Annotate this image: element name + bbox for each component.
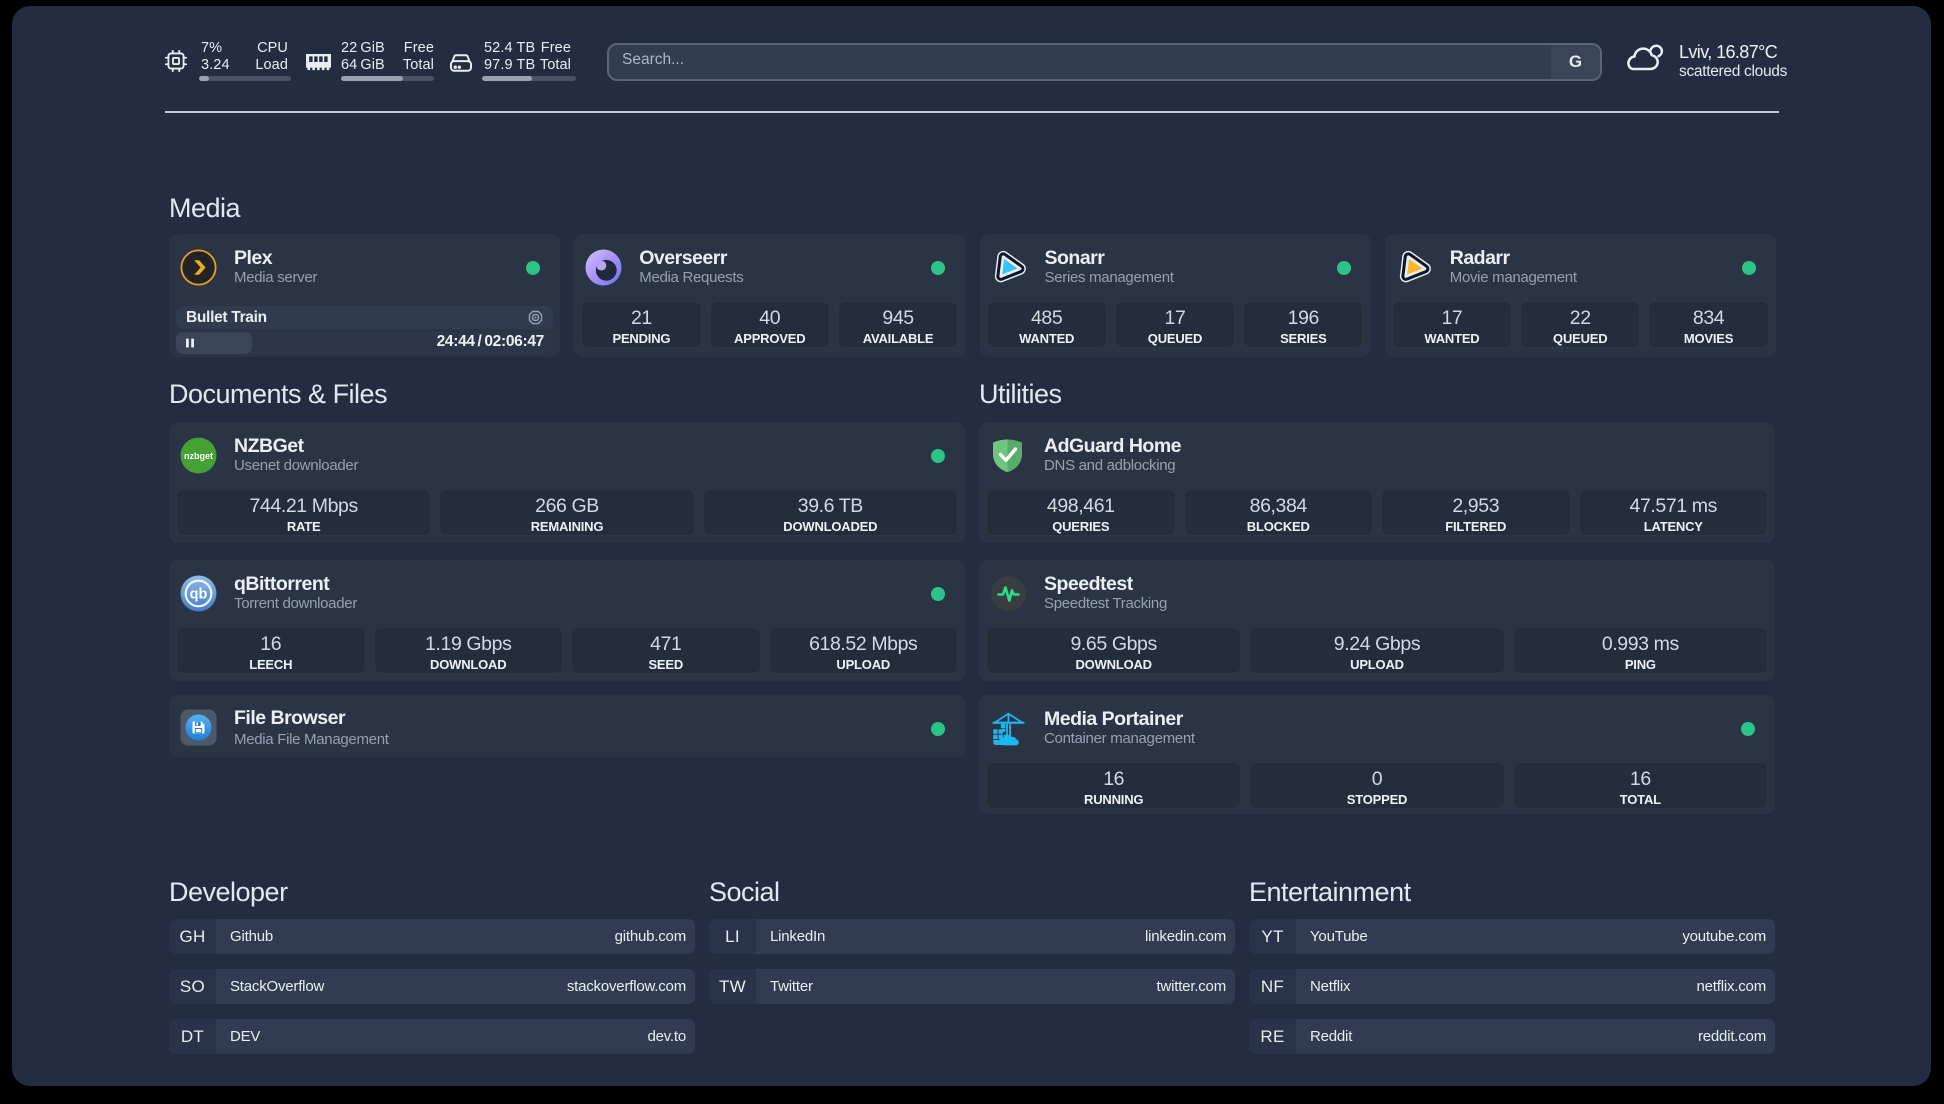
svg-text:nzbget: nzbget (184, 451, 213, 461)
svg-text:qb: qb (190, 587, 208, 603)
